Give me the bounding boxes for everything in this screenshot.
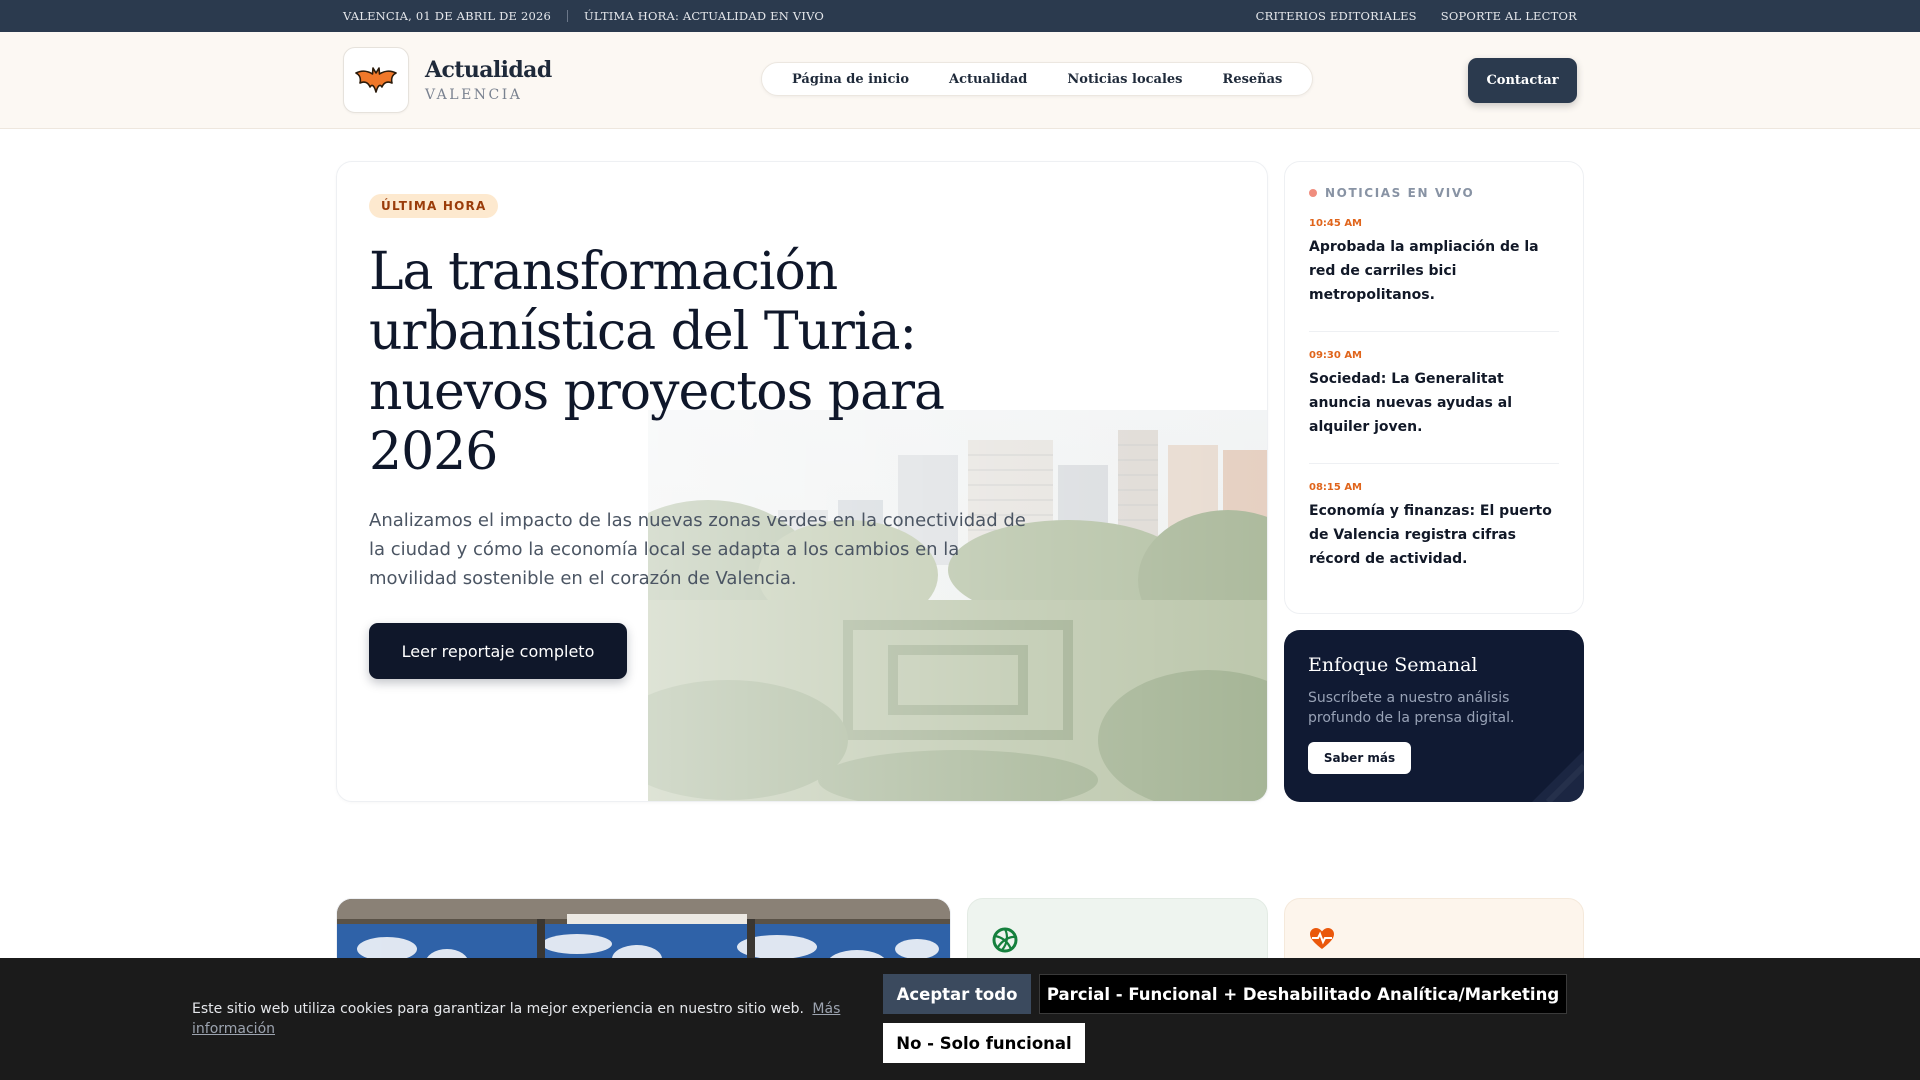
partial-consent-button[interactable]: Parcial - Funcional + Deshabilitado Anal… [1039,974,1567,1014]
news-headline[interactable]: Sociedad: La Generalitat anuncia nuevas … [1309,367,1559,439]
read-report-button[interactable]: Leer reportaje completo [369,623,627,679]
live-dot-icon [1309,189,1317,197]
cookie-message: Este sitio web utiliza cookies para gara… [192,999,852,1039]
brand-subtitle: VALENCIA [425,87,523,103]
news-time: 09:30 AM [1309,350,1363,361]
hero-lead: Analizamos el impacto de las nuevas zona… [369,510,1026,589]
brand-logo-link[interactable]: Actualidad VALENCIA [343,47,552,113]
logo-box [343,47,409,113]
nav-item-reviews[interactable]: Reseñas [1213,72,1293,87]
news-time: 08:15 AM [1309,482,1363,493]
live-news-card: NOTICIAS EN VIVO 10:45 AM Aprobada la am… [1284,161,1584,614]
learn-more-button[interactable]: Saber más [1308,742,1411,774]
divider [567,10,569,22]
volleyball-icon [992,927,1018,953]
breaking-line: ÚLTIMA HORA: ACTUALIDAD EN VIVO [584,9,825,23]
news-headline[interactable]: Aprobada la ampliación de la red de carr… [1309,235,1559,307]
weekly-text: Suscríbete a nuestro análisis profundo d… [1308,690,1515,726]
live-news-item[interactable]: 08:15 AM Economía y finanzas: El puerto … [1309,464,1559,595]
site-header: Actualidad VALENCIA Página de inicio Act… [0,32,1920,129]
nav-item-local-news[interactable]: Noticias locales [1057,72,1192,87]
link-reader-support[interactable]: SOPORTE AL LECTOR [1441,9,1577,23]
news-time: 10:45 AM [1309,218,1363,229]
hero-headline: La transformación urbanística del Turia:… [369,242,945,482]
weekly-focus-card: Enfoque Semanal Suscríbete a nuestro aná… [1284,630,1584,802]
top-bar: VALENCIA, 01 DE ABRIL DE 2026 ÚLTIMA HOR… [0,0,1920,32]
nav-item-home[interactable]: Página de inicio [782,72,919,87]
cookie-text: Este sitio web utiliza cookies para gara… [192,1001,804,1017]
date-line: VALENCIA, 01 DE ABRIL DE 2026 [343,9,552,23]
main-nav: Página de inicio Actualidad Noticias loc… [761,62,1314,96]
decorative-stripe-icon [1532,750,1584,802]
heart-pulse-icon [1310,928,1334,949]
nav-item-actualidad[interactable]: Actualidad [939,72,1037,87]
weekly-title: Enfoque Semanal [1308,654,1478,676]
link-editorial-criteria[interactable]: CRITERIOS EDITORIALES [1256,9,1417,23]
live-news-item[interactable]: 10:45 AM Aprobada la ampliación de la re… [1309,200,1559,332]
live-news-item[interactable]: 09:30 AM Sociedad: La Generalitat anunci… [1309,332,1559,464]
functional-only-button[interactable]: No - Solo funcional [883,1023,1085,1063]
accept-all-button[interactable]: Aceptar todo [883,974,1031,1014]
breaking-badge: ÚLTIMA HORA [369,194,499,218]
brand-title: Actualidad [425,57,552,83]
bat-icon [355,67,397,93]
contact-button[interactable]: Contactar [1468,57,1577,103]
news-headline[interactable]: Economía y finanzas: El puerto de Valenc… [1309,499,1559,571]
hero-card: ÚLTIMA HORA La transformación urbanístic… [336,161,1268,802]
live-news-title: NOTICIAS EN VIVO [1325,186,1475,200]
